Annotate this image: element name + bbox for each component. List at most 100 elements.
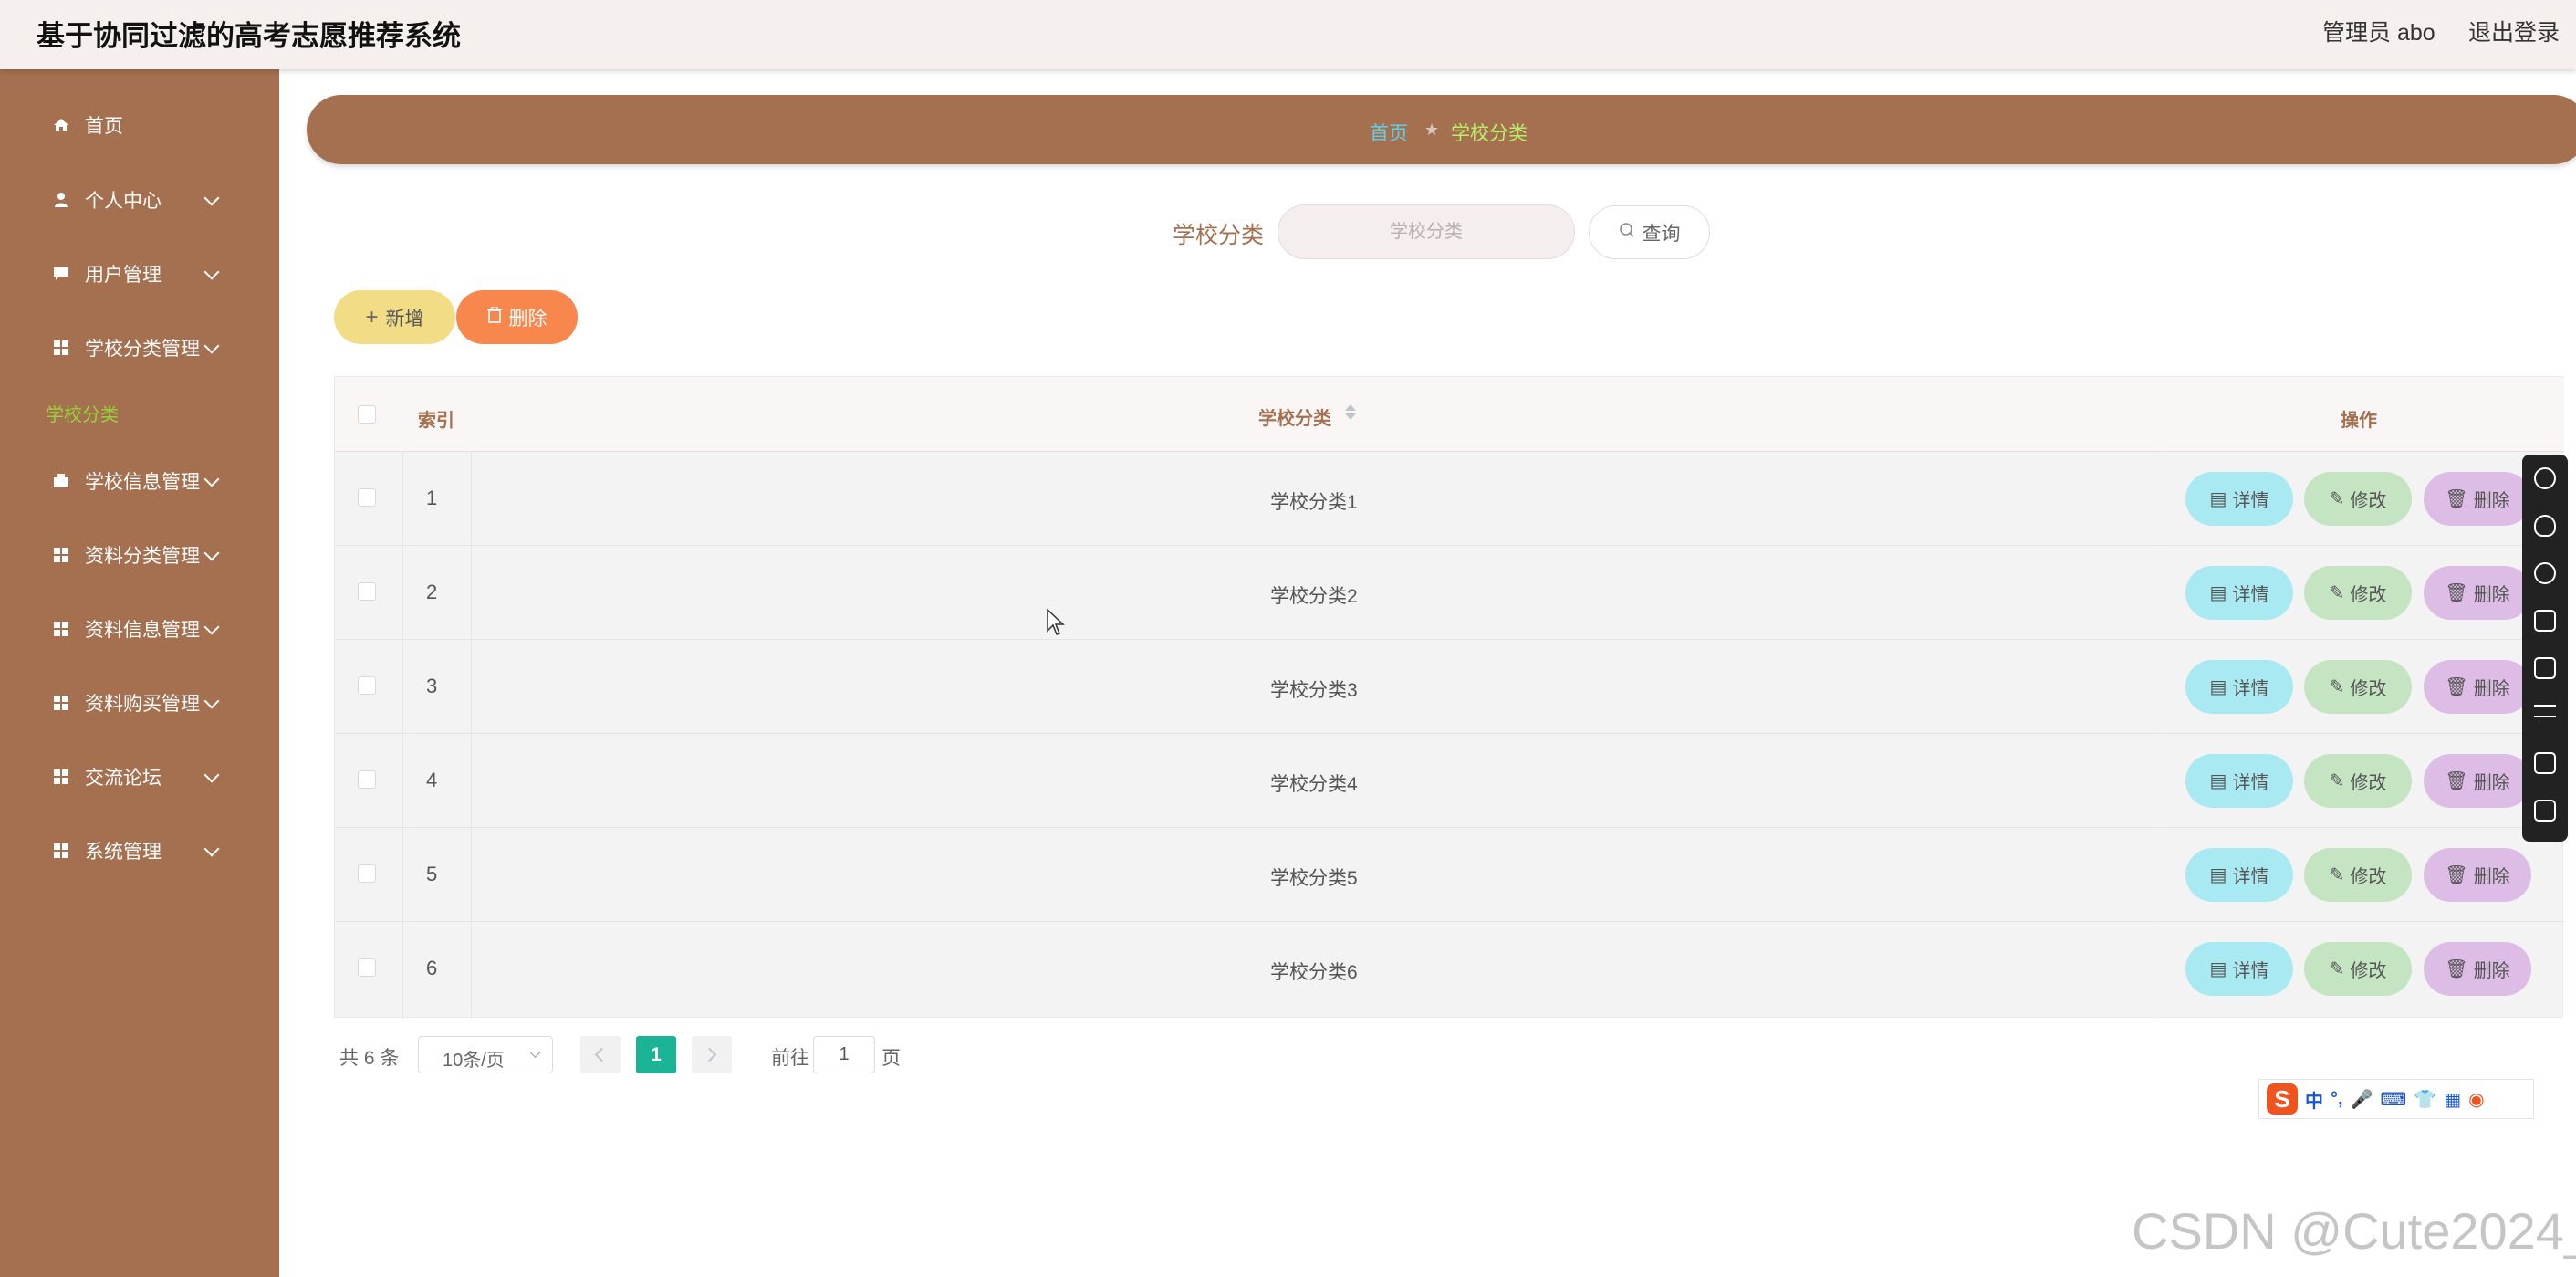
flame-icon[interactable] [2534, 515, 2556, 537]
delete-button[interactable]: 🗑 删除 [2424, 660, 2531, 714]
detail-button[interactable]: ▤ 详情 [2185, 754, 2293, 808]
delete-label: 删除 [2473, 961, 2510, 981]
prev-page-button[interactable] [580, 1036, 621, 1073]
detail-button[interactable]: ▤ 详情 [2185, 942, 2293, 996]
table-row: 5 学校分类5 ▤ 详情 ✎ 修改 🗑 删除 [335, 828, 2564, 922]
search-plus-icon[interactable] [2534, 467, 2556, 489]
row-index: 5 [426, 863, 438, 885]
sidebar-item-material-info[interactable]: 资料信息管理 [0, 602, 279, 656]
goto-page-input[interactable] [813, 1036, 875, 1073]
sidebar-item-material-purchase[interactable]: 资料购买管理 [0, 675, 279, 730]
column-header-ops: 操作 [2341, 411, 2377, 431]
logout-link[interactable]: 退出登录 [2468, 15, 2560, 47]
breadcrumb: 首页 ★ 学校分类 [307, 95, 2576, 164]
row-index: 3 [426, 675, 438, 697]
chevron-down-icon [203, 545, 220, 561]
sidebar-item-label: 学校分类管理 [85, 339, 200, 360]
delete-button[interactable]: 🗑 删除 [2424, 472, 2531, 526]
next-page-button[interactable] [692, 1036, 732, 1073]
query-button[interactable]: 查询 [1589, 205, 1710, 259]
document-icon: ▤ [2209, 959, 2227, 979]
detail-button[interactable]: ▤ 详情 [2185, 472, 2293, 526]
delete-button[interactable]: 🗑 删除 [2424, 754, 2531, 808]
delete-label: 删除 [2473, 585, 2510, 605]
edit-label: 修改 [2350, 961, 2387, 981]
edit-button[interactable]: ✎ 修改 [2304, 942, 2412, 996]
swap-icon[interactable] [2534, 705, 2556, 717]
select-all-checkbox[interactable] [358, 405, 376, 424]
edit-button[interactable]: ✎ 修改 [2304, 754, 2412, 808]
sidebar-item-school-info[interactable]: 学校信息管理 [0, 454, 279, 508]
keyboard-icon[interactable]: ⌨ [2380, 1088, 2406, 1111]
delete-button[interactable]: 🗑 删除 [2424, 848, 2531, 902]
avatar-icon[interactable]: ◉ [2468, 1088, 2484, 1111]
sidebar-item-profile[interactable]: 个人中心 [0, 173, 279, 227]
sidebar-subitem-school-category[interactable]: 学校分类 [46, 400, 119, 426]
row-checkbox[interactable] [358, 770, 376, 789]
detail-button[interactable]: ▤ 详情 [2185, 566, 2293, 620]
add-button[interactable]: + 新增 [334, 290, 455, 344]
home-icon [51, 115, 71, 135]
sidebar-item-home[interactable]: 首页 [0, 98, 279, 152]
trash-icon: 🗑 [2445, 583, 2468, 603]
grid-icon [51, 693, 71, 713]
row-checkbox[interactable] [358, 864, 376, 883]
floating-toolbar [2522, 455, 2568, 842]
trash-icon: 🗑 [2445, 489, 2468, 509]
row-category-name: 学校分类1 [1270, 492, 1358, 513]
apps-grid-icon[interactable]: ▦ [2444, 1088, 2461, 1111]
page-number-current[interactable]: 1 [636, 1036, 676, 1073]
delete-button[interactable]: 🗑 删除 [2424, 942, 2531, 996]
microphone-icon[interactable]: 🎤 [2351, 1088, 2373, 1111]
edit-button[interactable]: ✎ 修改 [2304, 848, 2412, 902]
batch-delete-button[interactable]: 删除 [456, 290, 578, 344]
chevron-down-icon [203, 264, 220, 280]
row-index: 4 [426, 769, 438, 791]
sidebar-item-label: 资料购买管理 [85, 694, 200, 715]
row-index: 2 [426, 581, 438, 603]
edit-button[interactable]: ✎ 修改 [2304, 660, 2412, 714]
trash-icon: 🗑 [2445, 865, 2468, 885]
sidebar-item-forum[interactable]: 交流论坛 [0, 749, 279, 804]
ime-punct-toggle[interactable]: °, [2331, 1089, 2343, 1110]
pencil-icon: ✎ [2329, 771, 2345, 791]
document-icon: ▤ [2209, 583, 2227, 603]
speed-icon[interactable] [2534, 562, 2556, 584]
edit-button[interactable]: ✎ 修改 [2304, 566, 2412, 620]
delete-button[interactable]: 🗑 删除 [2424, 566, 2531, 620]
grid-icon [51, 841, 71, 861]
detail-label: 详情 [2232, 585, 2269, 605]
edit-label: 修改 [2350, 773, 2387, 793]
row-checkbox[interactable] [358, 488, 376, 507]
sidebar-item-label: 用户管理 [85, 265, 162, 286]
sort-icon[interactable] [1343, 403, 1356, 423]
detail-label: 详情 [2232, 961, 2269, 981]
ime-mode-toggle[interactable]: 中 [2305, 1086, 2323, 1113]
camera-icon[interactable] [2534, 800, 2556, 822]
column-header-name[interactable]: 学校分类 [1258, 403, 1331, 430]
compress-icon[interactable] [2534, 752, 2556, 774]
sidebar-item-school-category[interactable]: 学校分类管理 [0, 320, 279, 375]
chevron-down-icon [203, 841, 220, 857]
video-icon[interactable] [2534, 610, 2556, 632]
page-size-select[interactable]: 10条/页 [418, 1036, 553, 1073]
shirt-icon[interactable]: 👕 [2414, 1088, 2436, 1111]
grid-icon [51, 338, 71, 358]
sidebar-item-material-category[interactable]: 资料分类管理 [0, 528, 279, 582]
row-checkbox[interactable] [358, 582, 376, 601]
search-input[interactable] [1278, 204, 1575, 259]
sidebar-item-users[interactable]: 用户管理 [0, 246, 279, 301]
sidebar-item-label: 资料信息管理 [85, 620, 200, 641]
ime-logo-icon[interactable]: S [2267, 1083, 2298, 1115]
sidebar-item-system[interactable]: 系统管理 [0, 823, 279, 878]
pencil-icon: ✎ [2329, 489, 2345, 509]
detail-button[interactable]: ▤ 详情 [2185, 660, 2293, 714]
user-icon [51, 190, 71, 210]
detail-button[interactable]: ▤ 详情 [2185, 848, 2293, 902]
row-checkbox[interactable] [358, 676, 376, 695]
crop-play-icon[interactable] [2534, 657, 2556, 679]
breadcrumb-home-link[interactable]: 首页 [1370, 119, 1408, 146]
row-checkbox[interactable] [358, 958, 376, 977]
sidebar-item-label: 首页 [85, 116, 123, 137]
edit-button[interactable]: ✎ 修改 [2304, 472, 2412, 526]
